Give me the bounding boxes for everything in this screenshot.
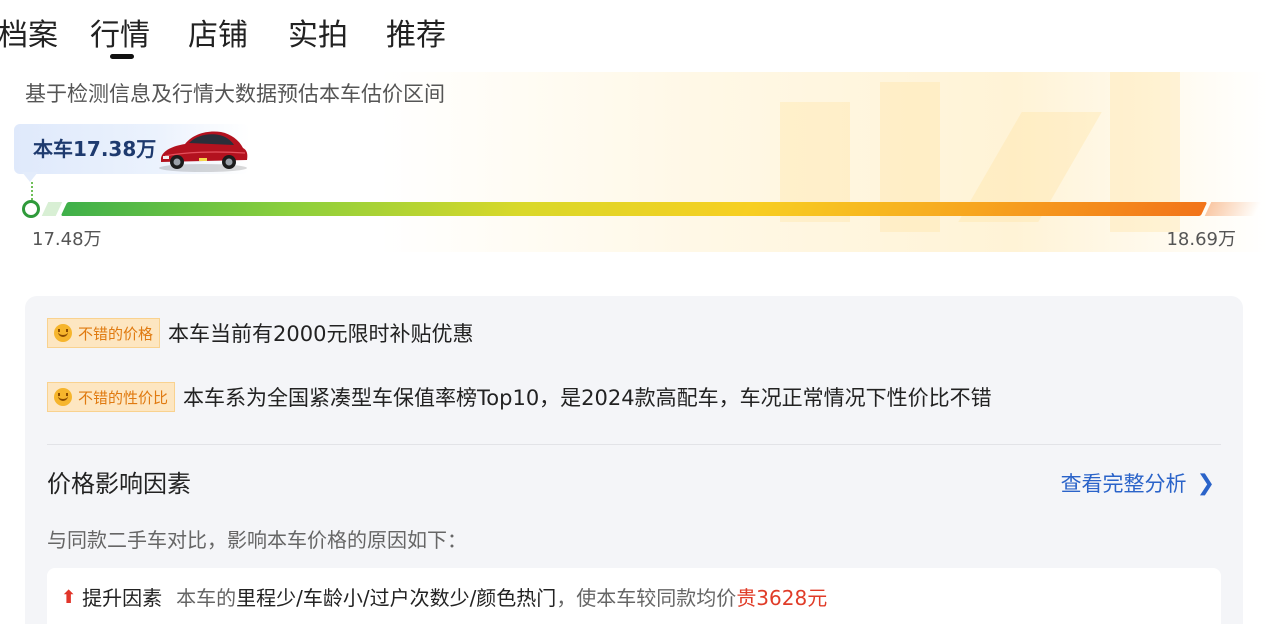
rise-factor-line: ⬆ 提升因素 本车的 里程少/车龄小/过户次数少/颜色热门 ，使本车较同款均价 … bbox=[61, 582, 827, 614]
range-max-label: 18.69万 bbox=[1166, 229, 1236, 250]
view-full-analysis-link[interactable]: 查看完整分析 ❯ bbox=[1061, 466, 1215, 502]
active-tab-indicator bbox=[110, 54, 134, 59]
rise-factor-middle: ，使本车较同款均价 bbox=[556, 586, 737, 610]
divider bbox=[47, 444, 1221, 445]
highlight-row: 不错的价格 本车当前有2000元限时补贴优惠 bbox=[47, 318, 473, 348]
factors-description: 与同款二手车对比，影响本车价格的原因如下： bbox=[47, 528, 467, 552]
price-marker-line bbox=[31, 182, 35, 200]
view-full-analysis-label: 查看完整分析 bbox=[1060, 472, 1187, 496]
smile-icon bbox=[54, 324, 72, 342]
this-car-price: 本车17.38万 bbox=[33, 137, 157, 161]
rise-factor-reasons: 里程少/车龄小/过户次数少/颜色热门 bbox=[236, 586, 557, 610]
arrow-up-icon: ⬆ bbox=[61, 587, 77, 608]
tab-store[interactable]: 店铺 bbox=[188, 14, 248, 58]
highlight-text: 本车当前有2000元限时补贴优惠 bbox=[168, 322, 474, 346]
tab-photos[interactable]: 实拍 bbox=[288, 14, 348, 58]
red-sedan-car-image bbox=[159, 131, 248, 172]
tab-archive[interactable]: 档案 bbox=[0, 14, 58, 58]
price-bubble-tail bbox=[22, 172, 38, 182]
tab-recommend[interactable]: 推荐 bbox=[386, 14, 446, 58]
price-good-tag: 不错的价格 bbox=[47, 318, 161, 348]
highlight-row: 不错的性价比 本车系为全国紧凑型车保值率榜Top10，是2024款高配车，车况正… bbox=[47, 382, 992, 412]
rise-factor-prefix: 本车的 bbox=[176, 586, 237, 610]
tag-label: 不错的性价比 bbox=[78, 388, 169, 407]
range-min-label: 17.48万 bbox=[32, 229, 102, 250]
rise-factor-kind: 提升因素 bbox=[82, 586, 163, 610]
price-range-bar bbox=[60, 202, 1208, 216]
tag-label: 不错的价格 bbox=[78, 324, 154, 343]
this-car-price-marker bbox=[22, 200, 40, 218]
smile-icon bbox=[54, 388, 72, 406]
rise-factor-box: ⬆ 提升因素 本车的 里程少/车龄小/过户次数少/颜色热门 ，使本车较同款均价 … bbox=[47, 568, 1221, 624]
rise-factor-diff: 贵3628元 bbox=[736, 586, 828, 610]
page: 档案 行情 店铺 实拍 推荐 基于检测信息及行情大数据预估本车估价区间 本车17… bbox=[0, 0, 1268, 624]
range-track-above bbox=[1204, 202, 1262, 216]
tab-market[interactable]: 行情 bbox=[90, 14, 150, 58]
price-analysis-card: 不错的价格 本车当前有2000元限时补贴优惠 不错的性价比 本车系为全国紧凑型车… bbox=[25, 296, 1243, 624]
factors-title: 价格影响因素 bbox=[47, 470, 191, 498]
value-good-tag: 不错的性价比 bbox=[47, 382, 176, 412]
highlight-text: 本车系为全国紧凑型车保值率榜Top10，是2024款高配车，车况正常情况下性价比… bbox=[183, 386, 992, 410]
estimate-subtitle: 基于检测信息及行情大数据预估本车估价区间 bbox=[25, 82, 445, 106]
chevron-right-icon: ❯ bbox=[1196, 471, 1215, 496]
